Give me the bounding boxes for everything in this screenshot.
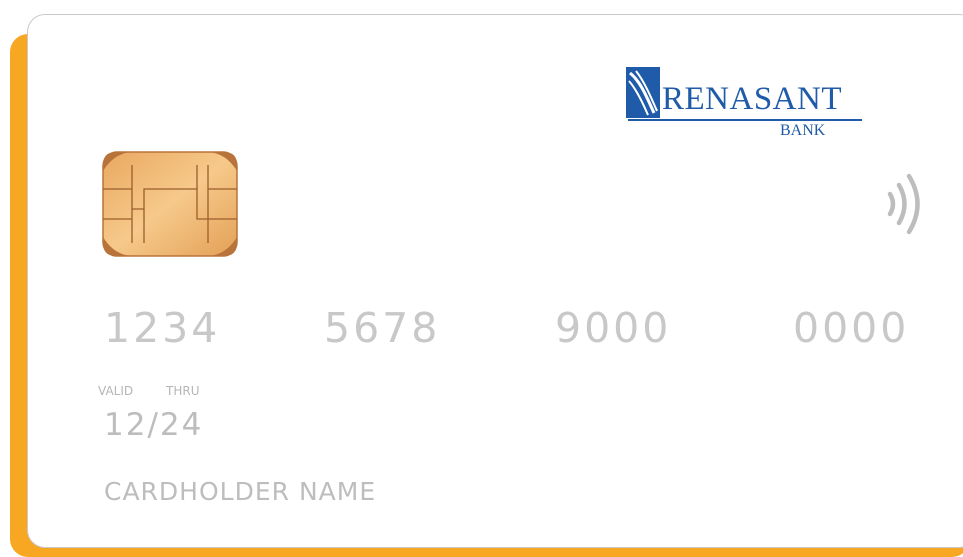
valid-label: VALID bbox=[98, 384, 134, 398]
contactless-icon bbox=[887, 173, 920, 235]
bank-logo-icon bbox=[626, 67, 660, 118]
cardholder-name: CARDHOLDER NAME bbox=[104, 477, 377, 506]
bank-name: RENASANT bbox=[662, 81, 843, 117]
card-number-group-1: 1234 bbox=[104, 304, 221, 352]
card-number-group-4: 0000 bbox=[793, 304, 910, 352]
bank-sub: BANK bbox=[780, 122, 826, 139]
card-stage: RENASANT BANK 1234 5678 9000 0000 VALID … bbox=[0, 0, 963, 557]
card-number-group-3: 9000 bbox=[555, 304, 672, 352]
thru-label: THRU bbox=[166, 384, 200, 398]
bank-logo-rule bbox=[628, 119, 862, 121]
bank-logo: RENASANT BANK bbox=[626, 67, 866, 147]
card-number-group-2: 5678 bbox=[324, 304, 441, 352]
expiry-date: 12/24 bbox=[104, 407, 204, 443]
emv-chip-icon bbox=[102, 151, 238, 257]
